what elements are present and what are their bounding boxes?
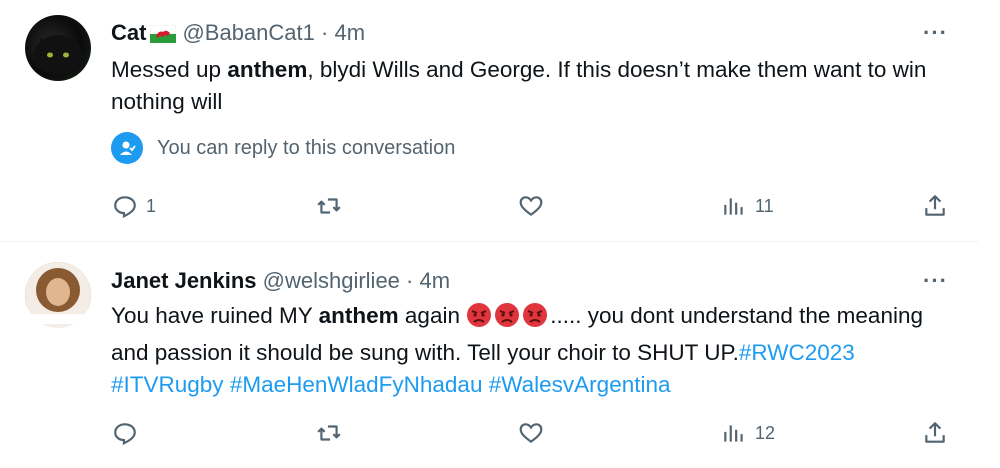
janet-avatar-image <box>25 262 91 328</box>
views-icon <box>724 198 743 215</box>
separator: · <box>406 268 414 293</box>
hashtag-link[interactable]: #ITVRugby <box>111 372 224 397</box>
tweet-text: Messed up anthem, blydi Wills and George… <box>111 57 927 114</box>
tweet-text: You have ruined MY anthem again ..... yo… <box>111 302 923 397</box>
reply-count: 1 <box>146 195 157 216</box>
wales-flag-icon <box>150 22 177 50</box>
like-icon <box>519 423 543 443</box>
like-icon <box>519 196 543 216</box>
hashtag-link[interactable]: #WalesvArgentina <box>489 372 671 397</box>
retweet-icon <box>317 198 341 214</box>
view-count: 12 <box>755 422 776 443</box>
share-icon <box>925 422 945 443</box>
retweet-icon <box>317 425 341 441</box>
reply-icon <box>114 423 136 446</box>
tweet[interactable]: Janet Jenkins @welshgirliee · 4m ··· You… <box>0 242 978 468</box>
more-icon[interactable]: ··· <box>923 268 948 294</box>
angry-face-icon <box>494 302 520 337</box>
reply-button[interactable]: 1 <box>112 193 156 219</box>
like-button[interactable] <box>518 420 544 446</box>
user-check-icon <box>111 132 143 164</box>
avatar[interactable] <box>25 15 91 81</box>
hashtag-link[interactable]: #RWC2023 <box>739 340 855 365</box>
angry-face-icon <box>466 302 492 337</box>
tweet-header: Janet Jenkins @welshgirliee · 4m <box>111 267 450 295</box>
reply-note-text: You can reply to this conversation <box>157 136 456 159</box>
timestamp[interactable]: 4m <box>334 20 365 45</box>
cat-avatar-image <box>34 35 82 75</box>
reply-button[interactable] <box>112 420 138 446</box>
reply-icon <box>114 196 136 219</box>
display-name[interactable]: Cat <box>111 20 146 45</box>
tweet[interactable]: Cat @BabanCat1 · 4m ··· Messed up anthem,… <box>0 0 978 242</box>
reply-permission-note: You can reply to this conversation <box>111 132 455 164</box>
retweet-button[interactable] <box>316 420 342 446</box>
share-button[interactable] <box>922 420 948 446</box>
share-icon <box>925 195 945 216</box>
view-count: 11 <box>755 195 774 216</box>
tweet-header: Cat @BabanCat1 · 4m <box>111 19 365 50</box>
share-button[interactable] <box>922 193 948 219</box>
avatar[interactable] <box>25 262 91 328</box>
separator: · <box>321 20 329 45</box>
more-icon[interactable]: ··· <box>923 20 948 46</box>
views-icon <box>724 425 743 442</box>
tweet-actions: 12 <box>0 420 978 450</box>
user-handle[interactable]: @BabanCat1 <box>182 20 314 45</box>
hashtag-link[interactable]: #MaeHenWladFyNhadau <box>230 372 483 397</box>
user-handle[interactable]: @welshgirliee <box>263 268 400 293</box>
timestamp[interactable]: 4m <box>420 268 451 293</box>
views-button[interactable]: 12 <box>721 420 775 446</box>
views-button[interactable]: 11 <box>721 193 774 219</box>
angry-face-icon <box>522 302 548 337</box>
retweet-button[interactable] <box>316 193 342 219</box>
like-button[interactable] <box>518 193 544 219</box>
tweet-actions: 1 11 <box>0 193 978 223</box>
display-name[interactable]: Janet Jenkins <box>111 268 257 293</box>
